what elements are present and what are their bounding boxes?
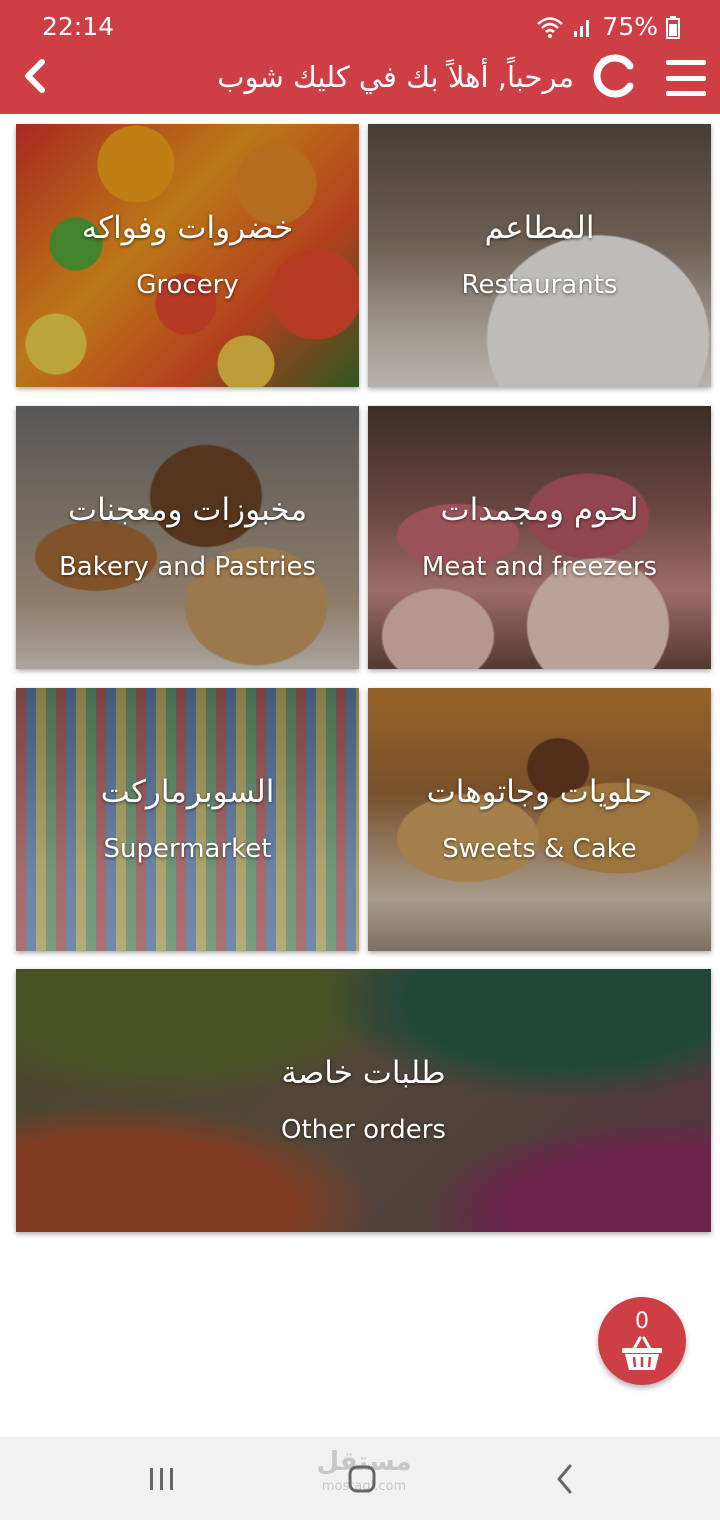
category-sweets-and-cake[interactable]: حلويات وجاتوهات Sweets & Cake <box>368 688 711 951</box>
cart-button[interactable]: 0 <box>598 1297 686 1385</box>
category-title-ar: طلبات خاصة <box>281 1055 446 1091</box>
status-bar: 22:14 75% <box>0 0 720 56</box>
battery-icon <box>666 15 680 39</box>
recents-icon <box>150 1468 173 1490</box>
recents-button[interactable] <box>132 1459 192 1499</box>
status-time: 22:14 <box>42 12 115 41</box>
hamburger-icon-line <box>666 91 706 96</box>
cart-count: 0 <box>635 1309 649 1334</box>
category-meat-and-freezers[interactable]: لحوم ومجمدات Meat and freezers <box>368 406 711 669</box>
status-icons: 75% <box>536 12 680 41</box>
hamburger-icon-line <box>666 60 706 65</box>
hamburger-icon-line <box>666 75 706 81</box>
page-title: مرحباً, أهلاً بك في كليك شوب <box>217 60 574 94</box>
clickshop-logo <box>593 54 634 98</box>
system-navigation-bar: مستقل mostaql.com <box>0 1437 720 1520</box>
category-restaurants[interactable]: المطاعم Restaurants <box>368 124 711 387</box>
back-button[interactable] <box>14 54 54 98</box>
chevron-left-icon <box>25 59 45 93</box>
category-bakery-and-pastries[interactable]: مخبوزات ومعجنات Bakery and Pastries <box>16 406 359 669</box>
category-title-ar: مخبوزات ومعجنات <box>67 492 308 528</box>
category-title-en: Supermarket <box>103 834 272 864</box>
basket-icon <box>622 1336 662 1370</box>
category-title-ar: لحوم ومجمدات <box>440 492 639 528</box>
home-icon <box>348 1465 376 1493</box>
chevron-left-icon <box>557 1464 572 1494</box>
category-title-en: Bakery and Pastries <box>58 552 317 582</box>
category-title-ar: خضروات وفواكه <box>81 210 294 246</box>
menu-button[interactable] <box>664 56 708 100</box>
category-title-en: Sweets & Cake <box>442 834 637 864</box>
category-supermarket[interactable]: السوبرماركت Supermarket <box>16 688 359 951</box>
category-other-orders[interactable]: طلبات خاصة Other orders <box>16 969 711 1232</box>
category-title-ar: السوبرماركت <box>100 774 275 810</box>
system-back-button[interactable] <box>535 1459 595 1499</box>
home-button[interactable] <box>332 1459 392 1499</box>
category-grocery[interactable]: خضروات وفواكه Grocery <box>16 124 359 387</box>
category-title-en: Meat and freezers <box>421 552 658 582</box>
category-title-ar: المطاعم <box>484 210 595 246</box>
category-title-en: Restaurants <box>461 270 618 300</box>
battery-percent: 75% <box>602 12 658 41</box>
wifi-icon <box>537 16 564 38</box>
toolbar: مرحباً, أهلاً بك في كليك شوب <box>0 50 720 110</box>
category-title-en: Other orders <box>281 1115 446 1145</box>
category-title-en: Grocery <box>136 270 239 300</box>
signal-icon <box>574 19 590 37</box>
category-title-ar: حلويات وجاتوهات <box>426 774 653 810</box>
app-bar: 22:14 75% مرحباً, أهلاً بك في كليك شوب <box>0 0 720 114</box>
